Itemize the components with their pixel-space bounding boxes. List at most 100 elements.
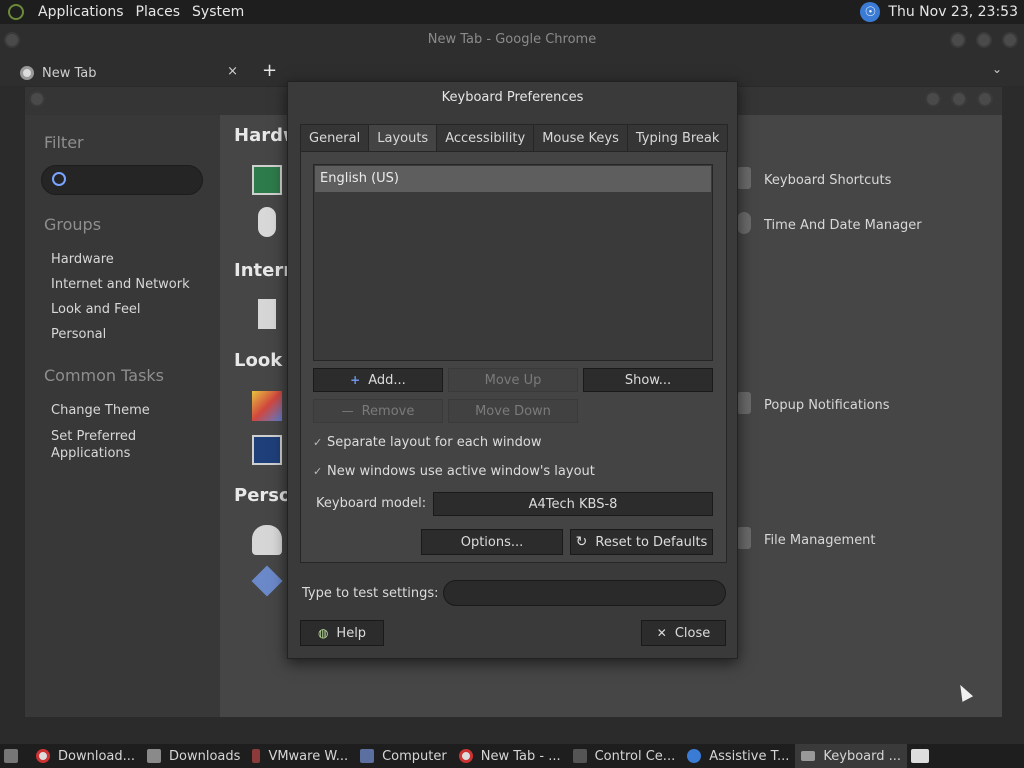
layout-row-selected[interactable]: English (US): [315, 166, 711, 192]
accessibility-icon[interactable]: ☉: [860, 2, 881, 22]
dialog-tabs: General Layouts Accessibility Mouse Keys…: [300, 124, 729, 152]
close-window-button[interactable]: [1002, 32, 1018, 48]
desktop-icon: [4, 749, 18, 763]
workspace-icon: [911, 749, 930, 763]
minimize-button[interactable]: [925, 91, 941, 107]
groups-heading: Groups: [44, 215, 102, 234]
maximize-button[interactable]: [951, 91, 967, 107]
dialog-title: Keyboard Preferences: [441, 90, 584, 105]
search-icon: [52, 172, 66, 186]
group-hardware[interactable]: Hardware: [51, 252, 114, 267]
show-desktop-button[interactable]: [0, 744, 30, 768]
taskbar-item-computer[interactable]: Computer: [354, 744, 453, 768]
show-layout-button[interactable]: Show...: [583, 368, 713, 392]
taskbar-item-downloads-chrome[interactable]: Download...: [30, 744, 141, 768]
mouse-icon[interactable]: [258, 207, 276, 237]
panel-clock[interactable]: Thu Nov 23, 23:53: [888, 4, 1018, 20]
accessibility-icon: [687, 749, 702, 763]
keyboard-model-button[interactable]: A4Tech KBS-8: [433, 492, 713, 516]
minus-icon: —: [341, 404, 354, 418]
display-icon[interactable]: [252, 165, 282, 195]
tab-close-icon[interactable]: ×: [227, 64, 238, 79]
distro-logo-icon[interactable]: [8, 4, 24, 20]
close-icon: ✕: [656, 626, 667, 640]
tab-search-chevron-icon[interactable]: ⌄: [992, 62, 1002, 76]
panel-tray: ☉ Thu Nov 23, 23:53: [860, 0, 1018, 24]
new-windows-checkbox[interactable]: ✓ New windows use active window's layout: [313, 464, 595, 479]
taskbar-label: Computer: [382, 748, 447, 764]
workspace-switcher[interactable]: [907, 744, 941, 768]
control-center-icon: [572, 749, 587, 763]
tab-new-tab[interactable]: New Tab ×: [10, 60, 250, 86]
tab-label: New Tab: [42, 65, 97, 81]
add-layout-button[interactable]: + Add...: [313, 368, 443, 392]
task-set-preferred-applications[interactable]: Set Preferred Applications: [51, 428, 181, 462]
check-icon: ✓: [313, 465, 323, 478]
layouts-panel: English (US) + Add... Move Up Show... — …: [300, 151, 727, 563]
window-menu-button[interactable]: [29, 91, 45, 107]
item-file-management[interactable]: File Management: [764, 533, 876, 548]
menu-applications[interactable]: Applications: [38, 4, 124, 20]
move-down-button[interactable]: Move Down: [448, 399, 578, 423]
minimize-button[interactable]: [950, 32, 966, 48]
item-popup-notifications[interactable]: Popup Notifications: [764, 398, 890, 413]
reset-defaults-button[interactable]: ↻ Reset to Defaults: [570, 529, 713, 555]
options-button[interactable]: Options...: [421, 529, 563, 555]
keyboard-preferences-dialog: Keyboard Preferences General Layouts Acc…: [287, 81, 738, 659]
chrome-icon: [36, 749, 50, 763]
keyboard-shortcuts-icon: [737, 167, 751, 189]
taskbar-item-downloads-folder[interactable]: Downloads: [141, 744, 246, 768]
taskbar-label: Assistive T...: [709, 748, 790, 764]
taskbar-item-control-center[interactable]: Control Ce...: [567, 744, 682, 768]
test-settings-input[interactable]: [443, 580, 726, 606]
layout-list[interactable]: English (US): [313, 164, 713, 361]
plus-icon: +: [350, 373, 361, 387]
taskbar-item-assistive[interactable]: Assistive T...: [681, 744, 795, 768]
help-button[interactable]: ◍ Help: [300, 620, 384, 646]
popup-notifications-icon: [737, 392, 751, 414]
item-time-date-manager[interactable]: Time And Date Manager: [764, 218, 922, 233]
tab-accessibility[interactable]: Accessibility: [436, 124, 535, 152]
keyboard-icon: [801, 751, 816, 761]
menu-system[interactable]: System: [192, 4, 244, 20]
new-tab-button[interactable]: +: [262, 60, 277, 81]
separate-layout-checkbox[interactable]: ✓ Separate layout for each window: [313, 435, 542, 450]
close-button[interactable]: ✕ Close: [641, 620, 726, 646]
close-window-button[interactable]: [977, 91, 993, 107]
maximize-button[interactable]: [976, 32, 992, 48]
preferred-apps-icon[interactable]: [251, 565, 283, 597]
taskbar-item-keyboard[interactable]: Keyboard ...: [795, 744, 908, 768]
tab-general[interactable]: General: [300, 124, 370, 152]
group-personal[interactable]: Personal: [51, 327, 106, 342]
tab-typing-break[interactable]: Typing Break: [626, 124, 729, 152]
menu-places[interactable]: Places: [136, 4, 181, 20]
taskbar-label: Download...: [58, 748, 136, 764]
about-me-icon[interactable]: [252, 525, 282, 555]
reset-defaults-label: Reset to Defaults: [595, 534, 708, 550]
screensaver-icon[interactable]: [252, 435, 282, 465]
help-label: Help: [336, 625, 367, 641]
filter-search-input[interactable]: [41, 165, 203, 195]
appearance-icon[interactable]: [252, 391, 282, 421]
file-management-icon: [737, 527, 751, 549]
tab-layouts[interactable]: Layouts: [368, 124, 438, 152]
computer-icon: [360, 749, 375, 763]
remove-layout-button[interactable]: — Remove: [313, 399, 443, 423]
refresh-icon: ↻: [575, 534, 588, 550]
taskbar-item-vmware[interactable]: VMware W...: [246, 744, 354, 768]
task-change-theme[interactable]: Change Theme: [51, 403, 150, 418]
taskbar-item-new-tab[interactable]: New Tab - ...: [453, 744, 567, 768]
chrome-window-title: New Tab - Google Chrome: [427, 32, 597, 47]
remove-layout-label: Remove: [361, 403, 415, 419]
taskbar-label: Control Ce...: [594, 748, 676, 764]
item-keyboard-shortcuts[interactable]: Keyboard Shortcuts: [764, 173, 891, 188]
tab-mouse-keys[interactable]: Mouse Keys: [533, 124, 628, 152]
move-up-button[interactable]: Move Up: [448, 368, 578, 392]
taskbar-label: VMware W...: [268, 748, 349, 764]
help-icon: ◍: [317, 626, 329, 640]
network-proxy-icon[interactable]: [258, 299, 276, 329]
group-internet-network[interactable]: Internet and Network: [51, 277, 190, 292]
taskbar-label: Downloads: [169, 748, 241, 764]
group-look-feel[interactable]: Look and Feel: [51, 302, 141, 317]
chrome-titlebar: New Tab - Google Chrome: [0, 24, 1024, 56]
